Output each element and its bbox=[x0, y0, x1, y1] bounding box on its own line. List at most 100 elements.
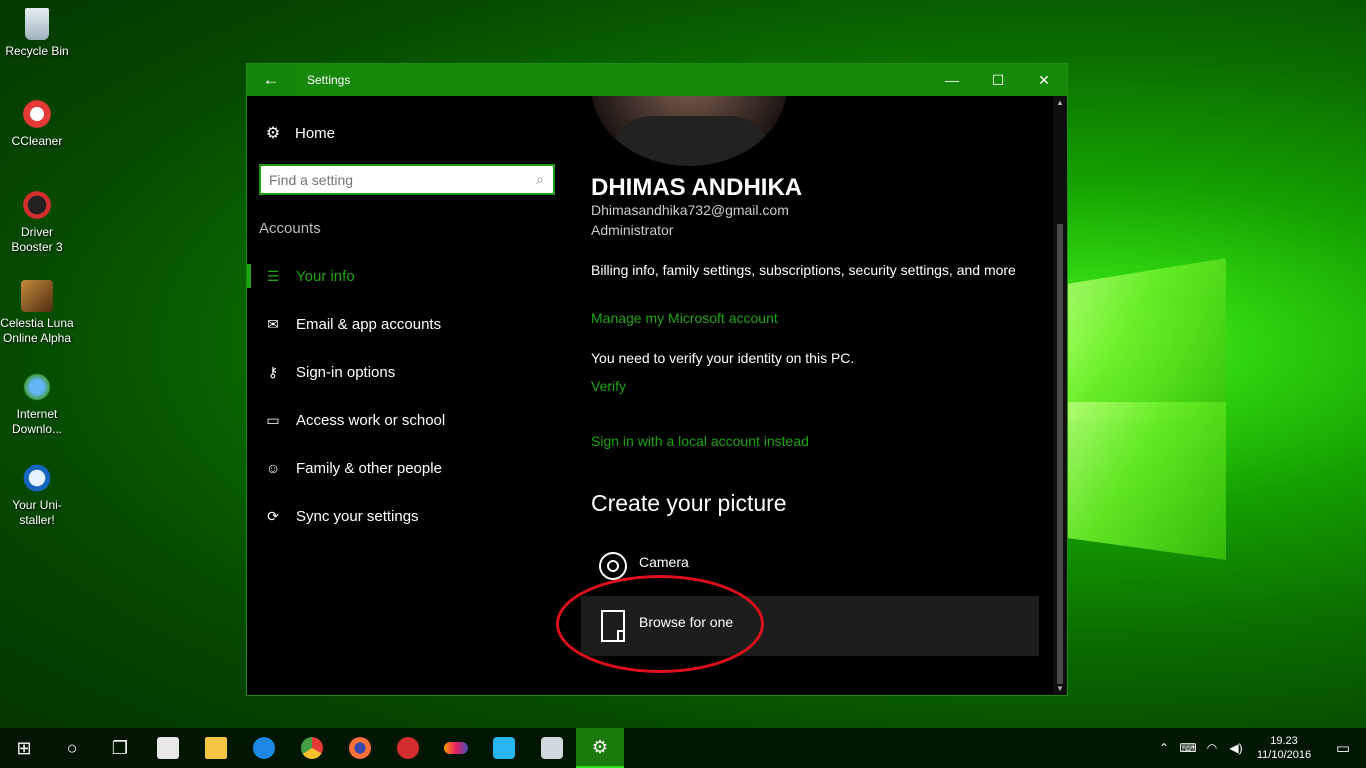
app-paint-icon bbox=[541, 737, 563, 759]
local-account-link[interactable]: Sign in with a local account instead bbox=[591, 433, 809, 449]
desktop-icon-label: Celestia Luna Online Alpha bbox=[0, 316, 74, 345]
clock-date: 11/10/2016 bbox=[1256, 749, 1312, 761]
taskbar-settings[interactable]: ⚙ bbox=[576, 728, 624, 768]
nav-item-label: Sign-in options bbox=[296, 363, 396, 381]
wifi-icon[interactable]: ◠ bbox=[1200, 741, 1224, 755]
minimize-button[interactable]: — bbox=[929, 64, 975, 96]
annotation-ellipse bbox=[556, 575, 764, 673]
nav-item-sign-in-options[interactable]: ⚷ Sign-in options bbox=[247, 348, 567, 396]
key-icon: ⚷ bbox=[267, 363, 279, 380]
recycle-bin-icon bbox=[25, 8, 49, 40]
desktop-icon-recycle-bin[interactable]: Recycle Bin bbox=[0, 8, 74, 59]
task-view-icon: ❐ bbox=[111, 737, 129, 758]
driver-booster-icon bbox=[21, 189, 53, 221]
maximize-icon: ☐ bbox=[991, 71, 1005, 88]
nav-item-label: Your info bbox=[296, 267, 355, 285]
maximize-button[interactable]: ☐ bbox=[975, 64, 1021, 96]
cortana-icon: ○ bbox=[66, 737, 78, 758]
notification-center-icon[interactable]: ▭ bbox=[1320, 739, 1366, 757]
nav-item-sync-settings[interactable]: ⟳ Sync your settings bbox=[247, 492, 567, 540]
desktop-icon-label: CCleaner bbox=[11, 134, 63, 148]
manage-account-link[interactable]: Manage my Microsoft account bbox=[591, 310, 778, 326]
taskbar-app-e[interactable] bbox=[480, 728, 528, 768]
verify-link[interactable]: Verify bbox=[591, 378, 626, 394]
nav-list: ☰ Your info ✉ Email & app accounts ⚷ Sig… bbox=[247, 252, 567, 540]
desktop-icon-internet-download-manager[interactable]: Internet Downlo... bbox=[0, 371, 74, 437]
scroll-up-icon[interactable]: ▲ bbox=[1053, 98, 1067, 107]
desktop-icon-celestia[interactable]: Celestia Luna Online Alpha bbox=[0, 280, 74, 346]
system-tray: ⌃ ⌨ ◠ ◀) 19.23 11/10/2016 ▭ bbox=[1152, 728, 1366, 768]
your-uninstaller-icon bbox=[21, 462, 53, 494]
taskbar: ⊞ ○ ❐ ⚙ ⌃ ⌨ ◠ ◀) 19.23 11/10/2016 ▭ bbox=[0, 728, 1366, 768]
verify-identity-text: You need to verify your identity on this… bbox=[591, 350, 855, 366]
nav-home[interactable]: ⚙ Home bbox=[263, 123, 335, 143]
app-infinity-icon bbox=[444, 742, 468, 754]
app-e-icon bbox=[493, 737, 515, 759]
taskbar-store[interactable] bbox=[144, 728, 192, 768]
input-indicator-icon[interactable]: ⌨ bbox=[1176, 741, 1200, 755]
nav-item-label: Sync your settings bbox=[296, 507, 419, 525]
taskbar-firefox[interactable] bbox=[336, 728, 384, 768]
create-picture-heading: Create your picture bbox=[591, 490, 787, 516]
desktop-icon-driver-booster[interactable]: Driver Booster 3 bbox=[0, 189, 74, 255]
clock-time: 19.23 bbox=[1270, 735, 1298, 747]
account-name: DHIMAS ANDHIKA bbox=[591, 174, 803, 201]
task-view-button[interactable]: ❐ bbox=[96, 728, 144, 768]
internet-download-manager-icon bbox=[21, 371, 53, 403]
camera-icon bbox=[599, 552, 627, 580]
taskbar-app-infinity[interactable] bbox=[432, 728, 480, 768]
avatar-shirt bbox=[611, 116, 771, 166]
nav-item-family-other-people[interactable]: ☺ Family & other people bbox=[247, 444, 567, 492]
taskbar-app-red[interactable] bbox=[384, 728, 432, 768]
taskbar-chrome[interactable] bbox=[288, 728, 336, 768]
nav-section-heading: Accounts bbox=[259, 220, 321, 237]
person-card-icon: ☰ bbox=[266, 267, 280, 284]
store-icon bbox=[157, 737, 179, 759]
app-red-icon bbox=[397, 737, 419, 759]
avatar bbox=[591, 96, 787, 166]
start-button[interactable]: ⊞ bbox=[0, 728, 48, 768]
content-scrollbar[interactable]: ▲ ▼ bbox=[1053, 96, 1067, 695]
cortana-search-button[interactable]: ○ bbox=[48, 728, 96, 768]
logo-pane-top bbox=[1066, 258, 1226, 421]
edge-icon bbox=[253, 737, 275, 759]
scroll-down-icon[interactable]: ▼ bbox=[1053, 684, 1067, 693]
close-icon: ✕ bbox=[1038, 71, 1050, 88]
window-title: Settings bbox=[307, 73, 351, 87]
desktop-icon-your-uninstaller[interactable]: Your Uni-staller! bbox=[0, 462, 74, 528]
clock[interactable]: 19.23 11/10/2016 bbox=[1248, 734, 1320, 762]
briefcase-icon: ▭ bbox=[266, 411, 280, 428]
back-arrow-icon: ← bbox=[262, 70, 280, 89]
logo-pane-bottom bbox=[1066, 402, 1226, 560]
taskbar-edge[interactable] bbox=[240, 728, 288, 768]
settings-taskbar-icon: ⚙ bbox=[591, 736, 609, 757]
settings-nav: ⚙ Home ⌕ Accounts ☰ Your info ✉ Email & … bbox=[247, 96, 567, 695]
volume-icon[interactable]: ◀) bbox=[1224, 741, 1248, 755]
title-bar[interactable]: ← Settings — ☐ ✕ bbox=[247, 64, 1067, 96]
desktop-icon-label: Driver Booster 3 bbox=[11, 225, 63, 254]
person-add-icon: ☺ bbox=[265, 460, 281, 476]
billing-info-text: Billing info, family settings, subscript… bbox=[591, 262, 1016, 278]
back-button[interactable]: ← bbox=[247, 64, 295, 96]
close-button[interactable]: ✕ bbox=[1021, 64, 1067, 96]
windows-logo-icon: ⊞ bbox=[16, 737, 32, 758]
scrollbar-thumb[interactable] bbox=[1057, 224, 1063, 684]
account-email: Dhimasandhika732@gmail.com bbox=[591, 202, 789, 218]
desktop-icon-ccleaner[interactable]: CCleaner bbox=[0, 98, 74, 149]
mail-icon: ✉ bbox=[267, 315, 279, 332]
minimize-icon: — bbox=[945, 72, 959, 88]
find-setting-input[interactable] bbox=[261, 166, 527, 193]
desktop-icon-label: Recycle Bin bbox=[5, 44, 69, 58]
ccleaner-icon bbox=[21, 98, 53, 130]
nav-item-email-app-accounts[interactable]: ✉ Email & app accounts bbox=[247, 300, 567, 348]
taskbar-app-paint[interactable] bbox=[528, 728, 576, 768]
sync-icon: ⟳ bbox=[267, 507, 279, 524]
nav-item-your-info[interactable]: ☰ Your info bbox=[247, 252, 567, 300]
taskbar-file-explorer[interactable] bbox=[192, 728, 240, 768]
desktop-icon-label: Internet Downlo... bbox=[11, 407, 63, 436]
gear-icon: ⚙ bbox=[265, 125, 281, 142]
search-icon[interactable]: ⌕ bbox=[527, 171, 553, 188]
nav-item-label: Access work or school bbox=[296, 411, 446, 429]
nav-item-access-work-school[interactable]: ▭ Access work or school bbox=[247, 396, 567, 444]
tray-chevron-icon[interactable]: ⌃ bbox=[1152, 741, 1176, 755]
